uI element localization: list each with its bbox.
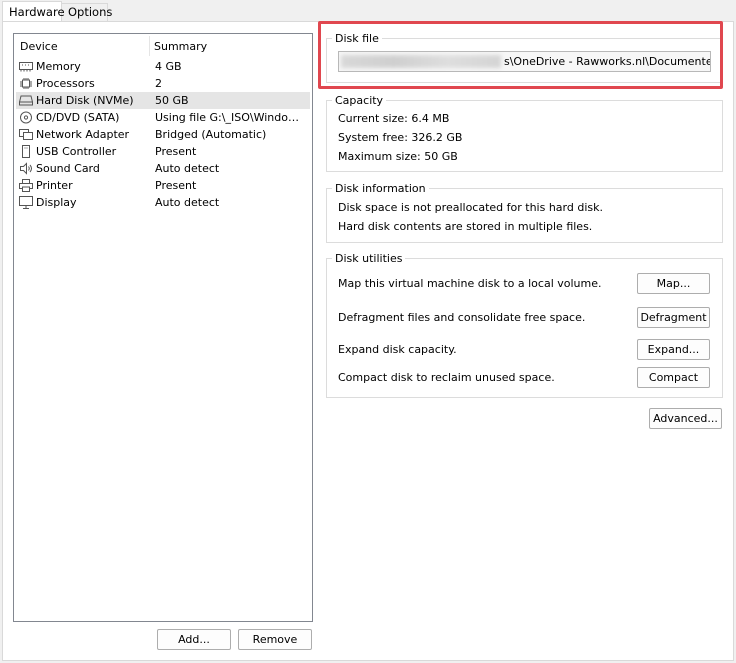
disk-utilities-label: Disk utilities — [332, 252, 406, 265]
map-description: Map this virtual machine disk to a local… — [338, 277, 602, 290]
defragment-button[interactable]: Defragment — [637, 307, 710, 328]
device-row-hard-disk[interactable]: Hard Disk (NVMe) 50 GB — [16, 92, 310, 109]
device-name: USB Controller — [36, 145, 117, 158]
disk-info-line-1: Disk space is not preallocated for this … — [338, 201, 603, 214]
device-list[interactable]: Device Summary Memory 4 GB Processors 2 … — [13, 33, 313, 622]
disk-information-group: Disk information — [326, 182, 723, 243]
sound-card-icon — [19, 162, 33, 175]
highlight-annotation — [318, 21, 723, 89]
device-name: Network Adapter — [36, 128, 130, 141]
device-name: CD/DVD (SATA) — [36, 111, 120, 124]
processor-icon — [19, 77, 33, 90]
compact-button[interactable]: Compact — [637, 367, 710, 388]
device-row-usb-controller[interactable]: USB Controller Present — [16, 143, 310, 160]
device-summary: Present — [155, 145, 197, 158]
device-row-cd-dvd[interactable]: CD/DVD (SATA) Using file G:\_ISO\Windows… — [16, 109, 310, 126]
device-name: Memory — [36, 60, 81, 73]
usb-icon — [19, 145, 33, 158]
device-summary: Bridged (Automatic) — [155, 128, 267, 141]
expand-button[interactable]: Expand... — [637, 339, 710, 360]
expand-description: Expand disk capacity. — [338, 343, 457, 356]
current-size-text: Current size: 6.4 MB — [338, 112, 450, 125]
tab-hardware[interactable]: Hardware — [2, 1, 65, 21]
memory-icon — [19, 60, 33, 73]
device-row-memory[interactable]: Memory 4 GB — [16, 58, 310, 75]
device-summary: Auto detect — [155, 162, 220, 175]
device-row-network-adapter[interactable]: Network Adapter Bridged (Automatic) — [16, 126, 310, 143]
device-summary: 4 GB — [155, 60, 182, 73]
defragment-description: Defragment files and consolidate free sp… — [338, 311, 586, 324]
cd-dvd-icon — [19, 111, 33, 124]
device-name: Sound Card — [36, 162, 100, 175]
printer-icon — [19, 179, 33, 192]
column-header-device[interactable]: Device — [20, 40, 58, 53]
disk-information-label: Disk information — [332, 182, 429, 195]
hard-disk-icon — [18, 94, 34, 107]
device-summary: 2 — [155, 77, 162, 90]
device-summary: Using file G:\_ISO\Windows ... — [155, 111, 307, 124]
add-device-button[interactable]: Add... — [157, 629, 231, 650]
device-summary: Present — [155, 179, 197, 192]
device-name: Display — [36, 196, 77, 209]
column-header-summary[interactable]: Summary — [154, 40, 207, 53]
device-name: Processors — [36, 77, 95, 90]
capacity-label: Capacity — [332, 94, 387, 107]
device-row-sound-card[interactable]: Sound Card Auto detect — [16, 160, 310, 177]
tab-options[interactable]: Options — [62, 3, 112, 21]
disk-info-line-2: Hard disk contents are stored in multipl… — [338, 220, 593, 233]
device-row-processors[interactable]: Processors 2 — [16, 75, 310, 92]
device-name: Hard Disk (NVMe) — [36, 94, 134, 107]
maximum-size-text: Maximum size: 50 GB — [338, 150, 458, 163]
display-icon — [19, 196, 33, 209]
device-row-display[interactable]: Display Auto detect — [16, 194, 310, 211]
network-adapter-icon — [19, 128, 33, 141]
compact-description: Compact disk to reclaim unused space. — [338, 371, 555, 384]
device-summary: Auto detect — [155, 196, 220, 209]
advanced-button[interactable]: Advanced... — [649, 408, 722, 429]
device-row-printer[interactable]: Printer Present — [16, 177, 310, 194]
device-name: Printer — [36, 179, 73, 192]
system-free-text: System free: 326.2 GB — [338, 131, 463, 144]
device-summary: 50 GB — [155, 94, 189, 107]
column-separator — [149, 36, 150, 56]
map-button[interactable]: Map... — [637, 273, 710, 294]
remove-device-button[interactable]: Remove — [238, 629, 312, 650]
